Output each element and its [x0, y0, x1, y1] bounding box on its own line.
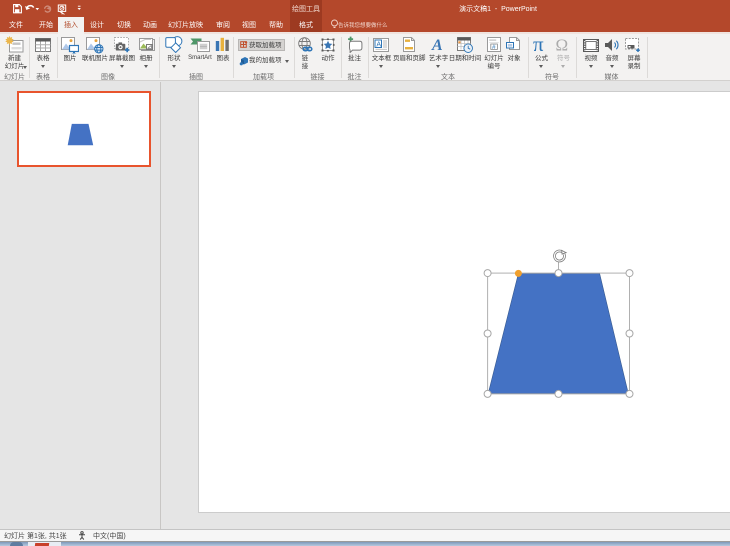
svg-text:π: π: [533, 36, 544, 53]
svg-text:Ω: Ω: [556, 36, 569, 53]
svg-text:A: A: [376, 41, 381, 48]
svg-text:#: #: [492, 44, 496, 51]
svg-text:A: A: [431, 37, 443, 52]
